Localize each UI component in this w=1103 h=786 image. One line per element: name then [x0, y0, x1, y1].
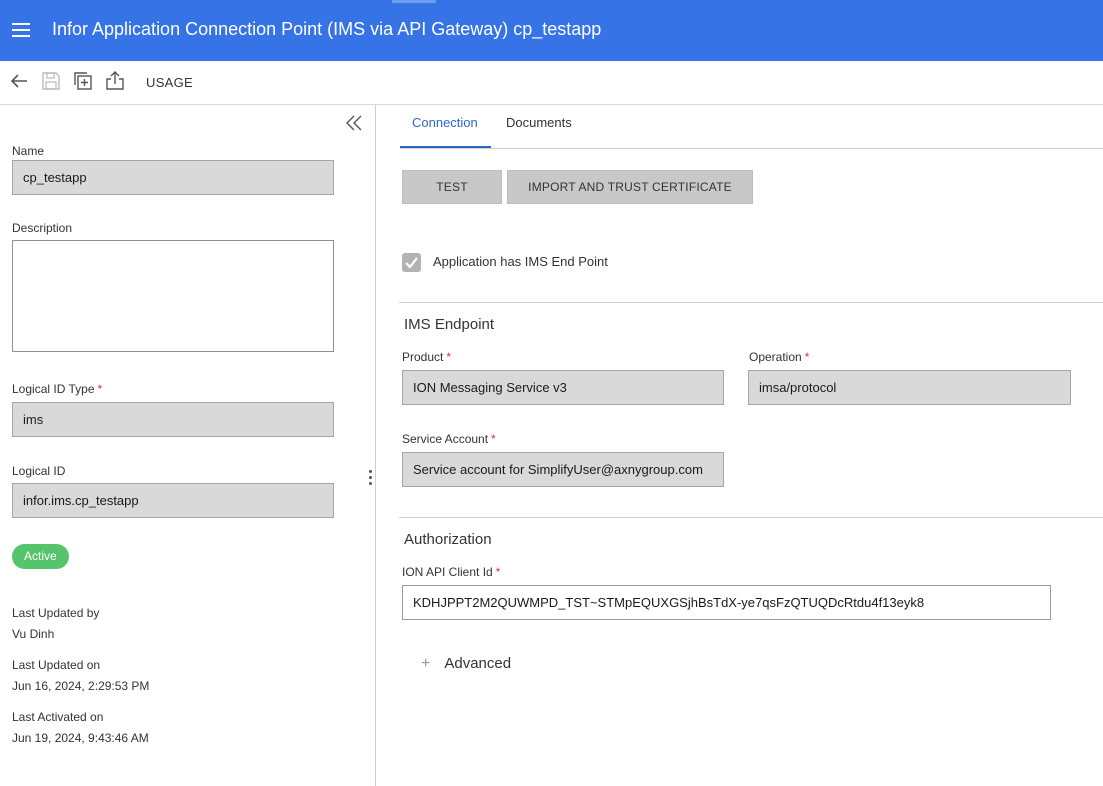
service-account-field[interactable]: Service account for SimplifyUser@axnygro…: [402, 452, 724, 487]
authorization-title: Authorization: [404, 531, 492, 548]
product-label: Product *: [402, 350, 452, 364]
details-panel: Name cp_testapp Description Logical ID T…: [0, 105, 376, 786]
advanced-toggle[interactable]: + Advanced: [421, 655, 511, 673]
main-content: Connection Documents TEST IMPORT AND TRU…: [377, 105, 1103, 786]
menu-icon[interactable]: [12, 23, 30, 37]
name-field[interactable]: cp_testapp: [12, 160, 334, 195]
last-updated-by-label: Last Updated by: [12, 606, 100, 620]
back-arrow-icon[interactable]: [8, 70, 30, 92]
header-accent: [392, 0, 436, 3]
collapse-panel-icon[interactable]: [343, 113, 365, 133]
toolbar: USAGE: [0, 61, 1103, 105]
panel-resize-handle[interactable]: [369, 470, 373, 492]
product-field[interactable]: ION Messaging Service v3: [402, 370, 724, 405]
app-header: Infor Application Connection Point (IMS …: [0, 0, 1103, 61]
logical-id-label: Logical ID: [12, 464, 66, 478]
import-certificate-button[interactable]: IMPORT AND TRUST CERTIFICATE: [507, 170, 753, 204]
tab-connection[interactable]: Connection: [412, 115, 478, 130]
ims-endpoint-title: IMS Endpoint: [404, 316, 495, 333]
client-id-label: ION API Client Id *: [402, 565, 501, 579]
name-label: Name: [12, 144, 45, 158]
last-updated-by-value: Vu Dinh: [12, 627, 55, 641]
section-divider: [399, 302, 1103, 303]
usage-button[interactable]: USAGE: [146, 75, 193, 90]
export-icon[interactable]: [104, 70, 126, 92]
check-icon: [405, 257, 418, 269]
save-icon[interactable]: [40, 70, 62, 92]
operation-label: Operation *: [749, 350, 810, 364]
client-id-field[interactable]: KDHJPPT2M2QUWMPD_TST~STMpEQUXGSjhBsTdX-y…: [402, 585, 1051, 620]
description-field[interactable]: [12, 240, 334, 352]
tab-divider: [400, 148, 1103, 149]
last-activated-on-value: Jun 19, 2024, 9:43:46 AM: [12, 731, 149, 745]
ims-endpoint-checkbox[interactable]: [402, 253, 421, 272]
last-activated-on-label: Last Activated on: [12, 710, 104, 724]
description-label: Description: [12, 221, 73, 235]
advanced-label: Advanced: [444, 655, 512, 672]
operation-field[interactable]: imsa/protocol: [748, 370, 1071, 405]
status-badge: Active: [12, 544, 69, 569]
logical-id-type-field[interactable]: ims: [12, 402, 334, 437]
active-tab-indicator: [400, 146, 491, 148]
tab-documents[interactable]: Documents: [506, 115, 572, 130]
plus-icon: +: [421, 655, 431, 672]
duplicate-icon[interactable]: [72, 70, 94, 92]
last-updated-on-value: Jun 16, 2024, 2:29:53 PM: [12, 679, 150, 693]
service-account-label: Service Account *: [402, 432, 496, 446]
page-title: Infor Application Connection Point (IMS …: [52, 19, 602, 39]
last-updated-on-label: Last Updated on: [12, 658, 101, 672]
logical-id-type-label: Logical ID Type *: [12, 382, 103, 396]
ims-endpoint-checkbox-label: Application has IMS End Point: [433, 254, 608, 269]
section-divider: [399, 517, 1103, 518]
logical-id-field[interactable]: infor.ims.cp_testapp: [12, 483, 334, 518]
test-button[interactable]: TEST: [402, 170, 502, 204]
